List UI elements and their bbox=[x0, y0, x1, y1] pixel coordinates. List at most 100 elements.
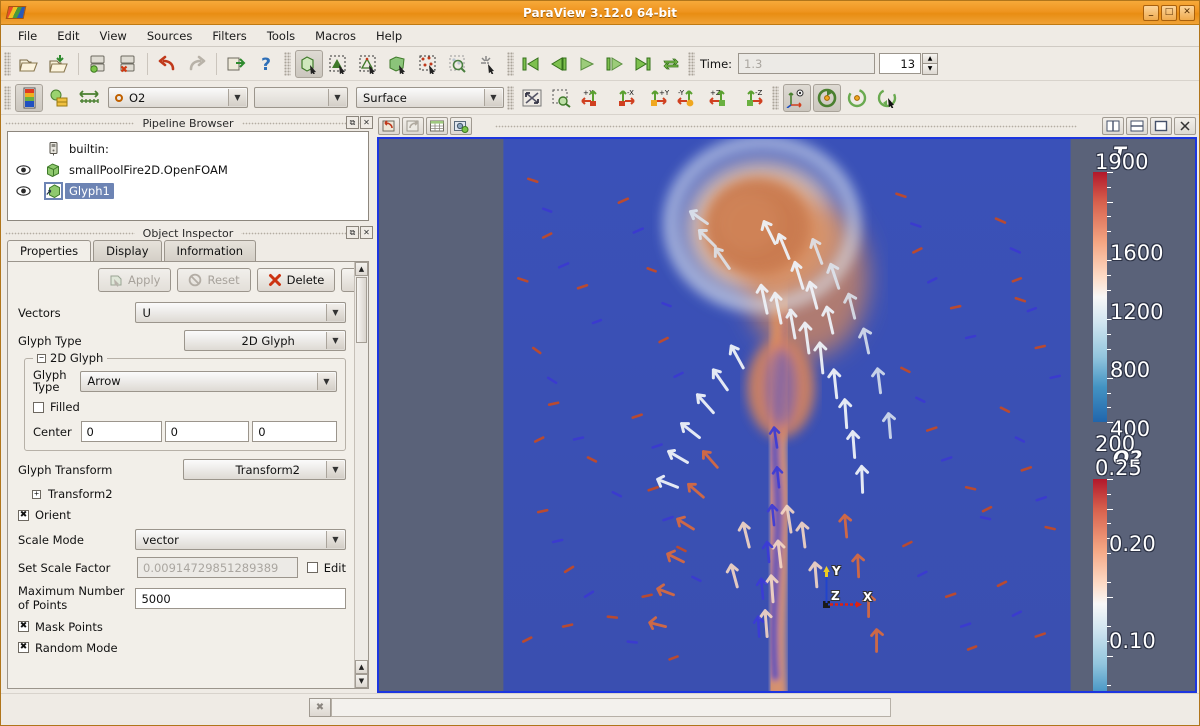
render-view[interactable]: T 1900 1600 1200 800 400 200 bbox=[377, 137, 1197, 693]
chevron-down-icon[interactable]: ▼ bbox=[326, 304, 344, 321]
pipeline-item-smallpoolfire2d[interactable]: smallPoolFire2D.OpenFOAM bbox=[12, 159, 364, 180]
toolbar-grip[interactable] bbox=[688, 52, 695, 76]
vectors-combo[interactable]: U ▼ bbox=[135, 302, 346, 323]
representation-combo[interactable]: Surface ▼ bbox=[356, 87, 504, 108]
menu-file[interactable]: File bbox=[9, 26, 46, 46]
inspector-float-button[interactable]: ⧉ bbox=[346, 226, 359, 239]
-Z-view-icon[interactable]: -Z bbox=[738, 84, 768, 112]
redo-camera-icon[interactable] bbox=[402, 117, 424, 135]
scalar-bar-T[interactable]: T 1900 1600 1200 800 400 200 bbox=[1093, 172, 1107, 422]
chevron-down-icon[interactable]: ▼ bbox=[326, 531, 344, 548]
scale-factor-input[interactable]: 0.00914729851289389 bbox=[137, 557, 298, 578]
tab-information[interactable]: Information bbox=[164, 240, 257, 261]
camera-undo-icon[interactable] bbox=[222, 50, 250, 78]
disconnect-server-icon[interactable] bbox=[114, 50, 142, 78]
random-mode-checkbox[interactable]: ✖ bbox=[18, 642, 29, 653]
menu-macros[interactable]: Macros bbox=[306, 26, 365, 46]
close-button[interactable]: ✕ bbox=[1179, 5, 1195, 21]
chevron-down-icon[interactable]: ▼ bbox=[326, 461, 344, 478]
close-view-icon[interactable] bbox=[1174, 117, 1196, 135]
menu-edit[interactable]: Edit bbox=[48, 26, 88, 46]
expand-icon[interactable]: + bbox=[32, 490, 41, 499]
chevron-down-icon[interactable]: ▼ bbox=[228, 89, 246, 106]
capture-view-icon[interactable] bbox=[450, 117, 472, 135]
center-z-input[interactable]: 0 bbox=[252, 421, 337, 442]
reset-center-icon[interactable] bbox=[873, 84, 901, 112]
rotation-center-icon[interactable] bbox=[813, 84, 841, 112]
tab-display[interactable]: Display bbox=[93, 240, 161, 261]
frame-spin-up[interactable]: ▲ bbox=[922, 53, 938, 64]
scrollbar-thumb[interactable] bbox=[356, 277, 367, 343]
reset-button[interactable]: Reset bbox=[177, 268, 250, 292]
orient-row[interactable]: ✖ Orient bbox=[18, 508, 346, 522]
maximize-view-icon[interactable] bbox=[1150, 117, 1172, 135]
tab-properties[interactable]: Properties bbox=[7, 240, 91, 262]
connect-server-icon[interactable] bbox=[84, 50, 112, 78]
scroll-down-button[interactable]: ▼ bbox=[355, 674, 368, 688]
color-by-combo[interactable]: O2 ▼ bbox=[108, 87, 248, 108]
split-vertical-icon[interactable] bbox=[1126, 117, 1148, 135]
collapse-icon[interactable]: − bbox=[37, 354, 46, 363]
mask-points-checkbox[interactable]: ✖ bbox=[18, 621, 29, 632]
properties-scrollbar[interactable]: ▲ ▲ ▼ bbox=[354, 262, 368, 688]
show-center-axes-icon[interactable] bbox=[783, 84, 811, 112]
reset-camera-icon[interactable] bbox=[518, 84, 546, 112]
+Y-view-icon[interactable]: +Y bbox=[642, 84, 672, 112]
select-block-icon[interactable] bbox=[415, 50, 443, 78]
scroll-up-button-2[interactable]: ▲ bbox=[355, 660, 368, 674]
toolbar-grip[interactable] bbox=[4, 52, 11, 76]
select-frustum-points-icon[interactable] bbox=[385, 50, 413, 78]
frame-input[interactable]: 13 bbox=[879, 53, 921, 74]
glyph-transform-combo[interactable]: Transform2 ▼ bbox=[183, 459, 346, 480]
toolbar-grip[interactable] bbox=[4, 86, 11, 110]
menu-tools[interactable]: Tools bbox=[258, 26, 304, 46]
frame-spin-down[interactable]: ▼ bbox=[922, 64, 938, 75]
loop-icon[interactable] bbox=[658, 50, 684, 78]
menu-filters[interactable]: Filters bbox=[203, 26, 255, 46]
zoom-to-box-icon[interactable] bbox=[548, 84, 576, 112]
rescale-range-icon[interactable] bbox=[45, 84, 73, 112]
help-icon[interactable]: ? bbox=[252, 50, 280, 78]
open-recent-icon[interactable] bbox=[45, 50, 73, 78]
center-y-input[interactable]: 0 bbox=[165, 421, 250, 442]
minimize-button[interactable]: _ bbox=[1143, 5, 1159, 21]
abort-icon[interactable]: ✖ bbox=[309, 698, 331, 717]
filled-checkbox[interactable] bbox=[33, 402, 44, 413]
frame-spinner[interactable]: ▲ ▼ bbox=[922, 53, 938, 75]
pipeline-close-button[interactable]: ✕ bbox=[360, 116, 373, 129]
first-frame-icon[interactable] bbox=[518, 50, 544, 78]
menu-view[interactable]: View bbox=[91, 26, 136, 46]
rescale-custom-icon[interactable] bbox=[75, 84, 103, 112]
menu-help[interactable]: Help bbox=[367, 26, 411, 46]
color-component-combo[interactable]: ▼ bbox=[254, 87, 348, 108]
+Z-view-icon[interactable]: +Z bbox=[706, 84, 736, 112]
glyph-type-combo[interactable]: 2D Glyph ▼ bbox=[184, 330, 346, 351]
+X-view-icon[interactable]: +X bbox=[578, 84, 608, 112]
edit-color-map-icon[interactable] bbox=[15, 84, 43, 112]
scroll-up-button[interactable]: ▲ bbox=[355, 262, 368, 276]
visibility-toggle-icon[interactable] bbox=[14, 186, 32, 196]
center-x-input[interactable]: 0 bbox=[81, 421, 162, 442]
spreadsheet-view-icon[interactable] bbox=[426, 117, 448, 135]
toolbar-grip[interactable] bbox=[507, 86, 514, 110]
play-icon[interactable] bbox=[574, 50, 600, 78]
random-mode-row[interactable]: ✖ Random Mode bbox=[18, 641, 346, 655]
toolbar-grip[interactable] bbox=[284, 52, 291, 76]
chevron-down-icon[interactable]: ▼ bbox=[484, 89, 502, 106]
delete-button[interactable]: Delete bbox=[257, 268, 336, 292]
toolbar-grip[interactable] bbox=[772, 86, 779, 110]
chevron-down-icon[interactable]: ▼ bbox=[328, 89, 346, 106]
select-points-plot-icon[interactable] bbox=[445, 50, 473, 78]
orientation-axes-widget[interactable]: Y Z X bbox=[819, 563, 879, 613]
max-points-input[interactable]: 5000 bbox=[135, 588, 346, 609]
visibility-toggle-icon[interactable] bbox=[14, 165, 32, 175]
undo-icon[interactable] bbox=[153, 50, 181, 78]
pipeline-item-builtin[interactable]: builtin: bbox=[12, 138, 364, 159]
scalar-bar-O2[interactable]: O2 0.25 0.20 0.10 0.00 bbox=[1093, 479, 1107, 693]
clear-selection-icon[interactable] bbox=[475, 50, 503, 78]
filled-row[interactable]: Filled bbox=[33, 400, 337, 414]
open-file-icon[interactable] bbox=[15, 50, 43, 78]
mask-points-row[interactable]: ✖ Mask Points bbox=[18, 620, 346, 634]
orient-checkbox[interactable]: ✖ bbox=[18, 510, 29, 521]
split-horizontal-icon[interactable] bbox=[1102, 117, 1124, 135]
